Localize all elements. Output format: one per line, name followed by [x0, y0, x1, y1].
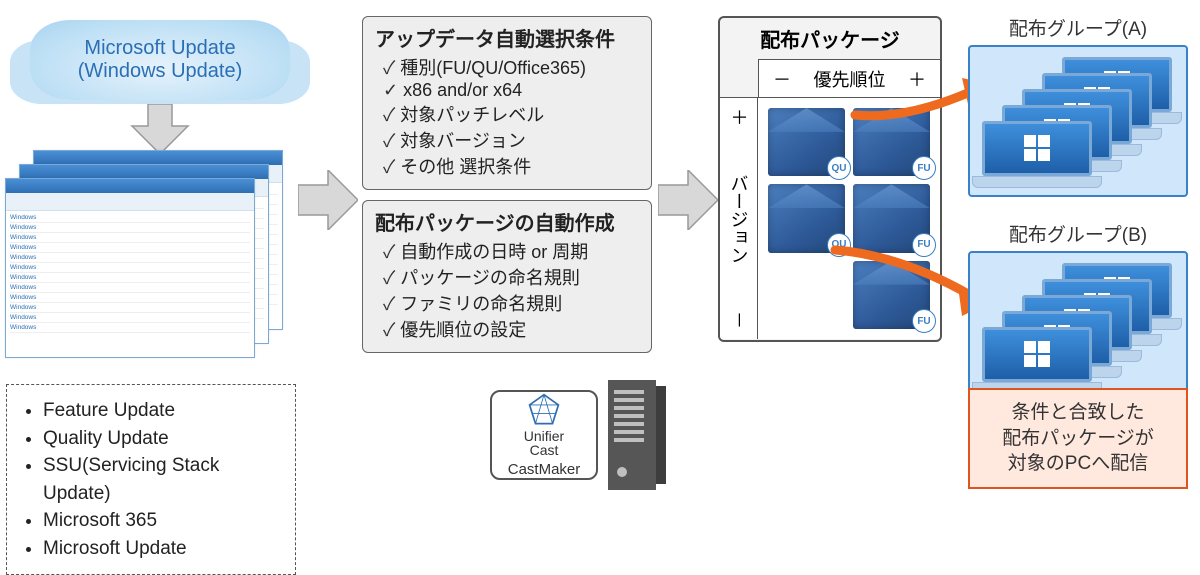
list-item: 対象パッチレベル [383, 101, 639, 127]
list-item: 自動作成の日時 or 周期 [383, 238, 639, 264]
group-b-title: 配布グループ(B) [968, 220, 1188, 247]
priority-axis: － 優先順位 ＋ [758, 59, 940, 97]
group-a: 配布グループ(A) [968, 14, 1188, 197]
list-item: 種別(FU/QU/Office365) [383, 54, 639, 80]
package-panel: 配布パッケージ － 優先順位 ＋ ＋ バージョン － QU FU QU FU F… [718, 16, 942, 342]
list-item: 対象バージョン [383, 127, 639, 153]
package-box-icon: QU [768, 184, 845, 252]
package-tag: FU [912, 309, 936, 333]
plus-icon: ＋ [908, 66, 926, 92]
list-item: Quality Update [43, 425, 287, 453]
axis-label: 優先順位 [814, 66, 886, 92]
server-icon [608, 380, 666, 490]
autobuild-title: 配布パッケージの自動作成 [375, 207, 639, 236]
package-box-icon: FU [853, 108, 930, 176]
criteria-title: アップデータ自動選択条件 [375, 23, 639, 52]
list-item: SSU(Servicing Stack Update) [43, 452, 287, 507]
list-item: Microsoft Update [43, 535, 287, 563]
unifier-cast-logo-icon [527, 393, 561, 427]
update-catalog-stack: WindowsWindowsWindowsWindowsWindowsWindo… [5, 150, 285, 360]
package-tag: FU [912, 156, 936, 180]
version-axis: ＋ バージョン － [720, 97, 758, 339]
minus-icon: － [726, 311, 752, 329]
arrow-down-icon [130, 104, 190, 154]
list-item: パッケージの命名規則 [383, 264, 639, 290]
autobuild-box: 配布パッケージの自動作成 自動作成の日時 or 周期 パッケージの命名規則 ファ… [362, 200, 652, 353]
flow-arrow-icon [298, 170, 358, 230]
list-item: ファミリの命名規則 [383, 290, 639, 316]
package-box-icon: FU [853, 184, 930, 252]
brand-bottom: Cast [530, 442, 559, 458]
axis-label: バージョン [726, 174, 752, 264]
cloud-line2: (Windows Update) [78, 60, 243, 83]
package-tag: FU [912, 233, 936, 257]
caption-l3: 対象のPCへ配信 [976, 451, 1180, 477]
package-grid: QU FU QU FU FU [758, 97, 940, 339]
list-item: その他 選択条件 [383, 153, 639, 179]
ms-update-cloud: Microsoft Update (Windows Update) [30, 20, 290, 100]
list-item: Feature Update [43, 397, 287, 425]
laptop-stack [968, 45, 1188, 197]
laptop-stack [968, 251, 1188, 403]
flow-arrow-icon [658, 170, 718, 230]
list-item: 優先順位の設定 [383, 316, 639, 342]
package-box-icon: QU [768, 108, 845, 176]
criteria-box: アップデータ自動選択条件 種別(FU/QU/Office365) x86 and… [362, 16, 652, 190]
caption-l2: 配布パッケージが [976, 426, 1180, 452]
minus-icon: － [773, 66, 791, 92]
package-box-icon: FU [853, 261, 930, 329]
package-tag: QU [827, 233, 851, 257]
update-types-box: Feature Update Quality Update SSU(Servic… [6, 384, 296, 575]
caption-l1: 条件と合致した [976, 400, 1180, 426]
list-item: Microsoft 365 [43, 507, 287, 535]
castmaker-sub: CastMaker [508, 461, 581, 478]
castmaker-badge: Unifier Cast CastMaker [490, 390, 598, 480]
group-a-title: 配布グループ(A) [968, 14, 1188, 41]
result-caption: 条件と合致した 配布パッケージが 対象のPCへ配信 [968, 388, 1188, 489]
group-b: 配布グループ(B) [968, 220, 1188, 403]
plus-icon: ＋ [726, 108, 752, 126]
package-tag: QU [827, 156, 851, 180]
catalog-window: WindowsWindowsWindowsWindowsWindowsWindo… [5, 178, 255, 358]
list-item: x86 and/or x64 [383, 80, 639, 101]
cloud-line1: Microsoft Update [84, 37, 235, 60]
package-title: 配布パッケージ [720, 18, 940, 59]
